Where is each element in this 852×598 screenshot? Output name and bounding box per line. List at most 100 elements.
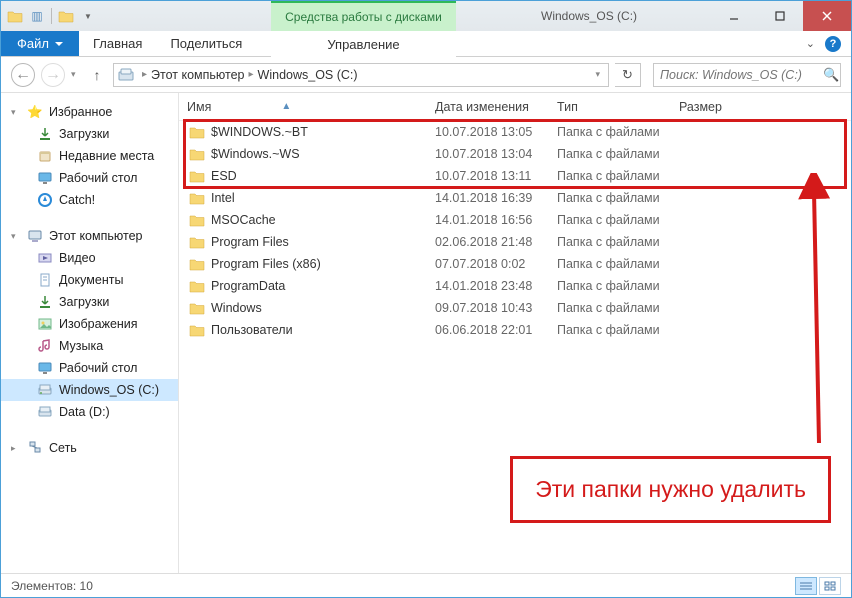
sidebar-item-label: Рабочий стол [59,361,137,375]
file-row[interactable]: Program Files (x86)07.07.2018 0:02Папка … [179,253,851,275]
breadcrumb-computer[interactable]: Этот компьютер [151,68,244,82]
back-button[interactable]: ← [11,63,35,87]
file-list: $WINDOWS.~BT10.07.2018 13:05Папка с файл… [179,121,851,341]
file-name: $WINDOWS.~BT [211,125,308,139]
file-row[interactable]: $WINDOWS.~BT10.07.2018 13:05Папка с файл… [179,121,851,143]
sidebar-item[interactable]: Рабочий стол [1,167,178,189]
column-name[interactable]: Имя▲ [179,100,435,114]
file-row[interactable]: Windows09.07.2018 10:43Папка с файлами [179,297,851,319]
catch-icon [37,192,53,208]
sidebar-network-header[interactable]: ▸ Сеть [1,437,178,459]
file-tab[interactable]: Файл [1,31,79,56]
sidebar-item-label: Загрузки [59,295,109,309]
network-label: Сеть [49,441,77,455]
navigation-pane: ▾ ⭐ Избранное ЗагрузкиНедавние местаРабо… [1,93,179,573]
column-date[interactable]: Дата изменения [435,100,557,114]
file-name: Пользователи [211,323,293,337]
content-area: ▾ ⭐ Избранное ЗагрузкиНедавние местаРабо… [1,93,851,573]
search-icon[interactable]: 🔍 [823,67,839,83]
sidebar-favorites: ▾ ⭐ Избранное ЗагрузкиНедавние места Рабо… [1,101,178,211]
folder-icon [189,279,205,293]
maximize-button[interactable] [757,1,803,31]
chevron-down-icon[interactable]: ▾ [11,231,21,242]
folder-icon [189,235,205,249]
qat-dropdown-icon[interactable]: ▼ [80,8,96,24]
file-date: 10.07.2018 13:04 [435,147,557,161]
folder-icon [189,323,205,337]
titlebar: ▥ ▼ Средства работы с дисками Windows_OS… [1,1,851,31]
file-row[interactable]: Intel14.01.2018 16:39Папка с файлами [179,187,851,209]
file-type: Папка с файлами [557,213,679,227]
sidebar-item-label: Рабочий стол [59,171,137,185]
close-button[interactable] [803,1,851,31]
quick-access-toolbar: ▥ ▼ [1,1,96,31]
breadcrumb[interactable]: ▸ Этот компьютер ▸ Windows_OS (C:) ▾ [113,63,609,87]
file-date: 14.01.2018 23:48 [435,279,557,293]
sidebar-item-label: Музыка [59,339,103,353]
file-row[interactable]: Program Files02.06.2018 21:48Папка с фай… [179,231,851,253]
video-icon [37,250,53,266]
sidebar-item[interactable]: Catch! [1,189,178,211]
search-box[interactable]: 🔍 [653,63,841,87]
sidebar-item-label: Windows_OS (C:) [59,383,159,397]
view-mode-buttons [795,577,841,595]
music-icon [37,338,53,354]
file-date: 02.06.2018 21:48 [435,235,557,249]
expand-ribbon-icon[interactable]: ⌄ [806,37,815,50]
window-controls [711,1,851,31]
file-row[interactable]: MSOCache14.01.2018 16:56Папка с файлами [179,209,851,231]
file-row[interactable]: ESD10.07.2018 13:11Папка с файлами [179,165,851,187]
chevron-right-icon[interactable]: ▸ [142,69,147,80]
details-view-button[interactable] [795,577,817,595]
file-name: Windows [211,301,262,315]
address-bar: ← → ▾ ↑ ▸ Этот компьютер ▸ Windows_OS (C… [1,57,851,93]
new-folder-icon[interactable] [58,8,74,24]
drive-d-icon [37,404,53,420]
sidebar-computer-header[interactable]: ▾ Этот компьютер [1,225,178,247]
refresh-button[interactable]: ↻ [615,63,641,87]
file-row[interactable]: ProgramData14.01.2018 23:48Папка с файла… [179,275,851,297]
window-title: Windows_OS (C:) [541,1,637,31]
file-list-pane: Имя▲ Дата изменения Тип Размер $WINDOWS.… [179,93,851,573]
sidebar-item[interactable]: Загрузки [1,291,178,313]
computer-label: Этот компьютер [49,229,142,243]
download-icon [37,294,53,310]
breadcrumb-drive[interactable]: Windows_OS (C:) [258,68,358,82]
minimize-button[interactable] [711,1,757,31]
tab-manage[interactable]: Управление [271,31,456,57]
folder-icon [7,8,23,24]
tab-share[interactable]: Поделиться [156,31,256,56]
forward-button[interactable]: → [41,63,65,87]
sidebar-item[interactable]: Рабочий стол [1,357,178,379]
sidebar-item[interactable]: Изображения [1,313,178,335]
file-row[interactable]: $Windows.~WS10.07.2018 13:04Папка с файл… [179,143,851,165]
chevron-right-icon[interactable]: ▸ [249,69,254,80]
help-icon[interactable]: ? [825,36,841,52]
properties-icon[interactable]: ▥ [29,8,45,24]
separator-icon [51,8,52,24]
sidebar-item[interactable]: Windows_OS (C:) [1,379,178,401]
breadcrumb-dropdown-icon[interactable]: ▾ [591,69,604,80]
explorer-window: ▥ ▼ Средства работы с дисками Windows_OS… [0,0,852,598]
chevron-right-icon[interactable]: ▸ [11,443,21,454]
sidebar-item[interactable]: Data (D:) [1,401,178,423]
annotation-callout: Эти папки нужно удалить [510,456,831,523]
sidebar-favorites-header[interactable]: ▾ ⭐ Избранное [1,101,178,123]
search-input[interactable] [660,68,823,82]
column-type[interactable]: Тип [557,100,679,114]
sidebar-item[interactable]: Документы [1,269,178,291]
sidebar-item[interactable]: Недавние места [1,145,178,167]
sidebar-item[interactable]: Видео [1,247,178,269]
up-button[interactable]: ↑ [87,65,107,85]
network-icon [27,440,43,456]
icons-view-button[interactable] [819,577,841,595]
file-type: Папка с файлами [557,147,679,161]
file-type: Папка с файлами [557,191,679,205]
tab-home[interactable]: Главная [79,31,156,56]
column-size[interactable]: Размер [679,100,759,114]
chevron-down-icon[interactable]: ▾ [11,107,21,118]
file-row[interactable]: Пользователи06.06.2018 22:01Папка с файл… [179,319,851,341]
sidebar-item[interactable]: Музыка [1,335,178,357]
sidebar-item[interactable]: Загрузки [1,123,178,145]
history-dropdown-icon[interactable]: ▾ [71,69,81,80]
